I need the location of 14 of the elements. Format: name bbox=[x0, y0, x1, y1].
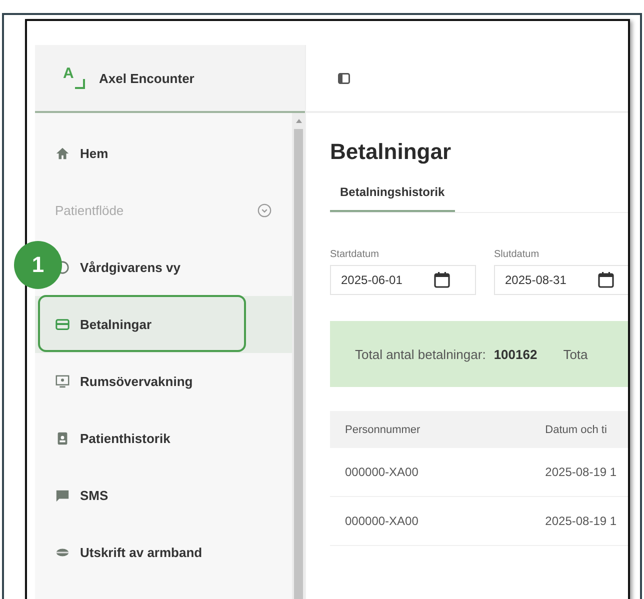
table-cell: 2025-08-19 1 bbox=[530, 496, 628, 546]
table-cell: 000000-XA00 bbox=[330, 496, 530, 546]
summary-label: Total antal betalningar: bbox=[355, 346, 486, 362]
column-header: Datum och ti bbox=[530, 411, 628, 448]
page-title: Betalningar bbox=[330, 139, 452, 165]
app-name: Axel Encounter bbox=[99, 70, 194, 86]
app-logo: A bbox=[63, 67, 85, 89]
summary-label: Tota bbox=[563, 346, 588, 362]
table-cell: 000000-XA00 bbox=[330, 448, 530, 496]
field-label: Startdatum bbox=[330, 249, 380, 260]
summary-value: 100162 bbox=[494, 346, 538, 362]
column-header: Personnummer bbox=[330, 411, 530, 448]
field-label: Slutdatum bbox=[494, 249, 540, 260]
table-cell: 2025-08-19 1 bbox=[530, 448, 628, 496]
